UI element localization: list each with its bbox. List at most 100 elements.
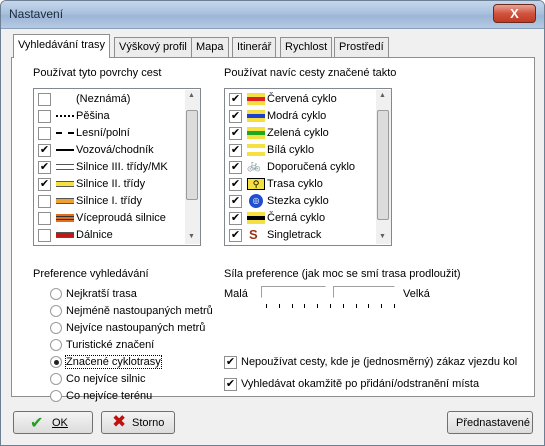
list-item[interactable]: ⚲Trasa cyklo [229,176,379,193]
list-item[interactable]: (Neznámá) [38,91,188,108]
item-checkbox[interactable] [229,127,242,140]
secondary-road-icon [56,181,74,187]
list-item[interactable]: Vozová/chodník [38,142,188,159]
item-label: Víceproudá silnice [76,212,166,224]
primary-road-icon [56,198,74,204]
tab-route-search[interactable]: Vyhledávání trasy [13,34,111,58]
motorway-icon [56,232,74,238]
surfaces-scrollbar[interactable]: ▲ ▼ [185,90,200,244]
search-immediately-label: Vyhledávat okamžitě po přidání/odstraněn… [241,378,480,390]
preference-option[interactable]: Nejkratší trasa [50,287,210,302]
preference-option[interactable]: Nejvíce nastoupaných metrů [50,321,210,336]
marked-list[interactable]: Červená cyklo Modrá cyklo Zelená cyklo Bílá… [224,88,392,246]
list-item[interactable]: Víceproudá silnice [38,210,188,227]
slider-tick [355,304,357,308]
item-checkbox[interactable] [229,195,242,208]
slider-tick [342,304,344,308]
scroll-up-icon[interactable]: ▲ [379,92,386,99]
preference-label: Nejvíce nastoupaných metrů [66,322,206,334]
item-checkbox[interactable] [229,178,242,191]
item-label: Červená cyklo [267,93,337,105]
settings-dialog: Nastavení X Vyhledávání trasy Výškový pr… [0,0,545,446]
list-item[interactable]: Lesní/polní [38,125,188,142]
list-item[interactable]: ◎ Stezka cyklo [229,193,379,210]
cancel-icon: ✖ [112,412,127,431]
preference-radio[interactable] [50,288,62,300]
list-item[interactable]: Zelená cyklo [229,125,379,142]
strength-slider-right[interactable] [333,286,395,298]
item-checkbox[interactable] [229,144,242,157]
search-immediately-checkbox[interactable] [224,378,237,391]
scroll-thumb[interactable] [377,110,389,220]
cancel-button[interactable]: ✖ Storno [101,411,175,434]
item-label: Bílá cyklo [267,144,315,156]
tab-elevation-profile[interactable]: Výškový profil [114,37,192,57]
tab-itinerary[interactable]: Itinerář [232,37,277,57]
item-checkbox[interactable] [38,195,51,208]
list-item[interactable]: 🚲 Doporučená cyklo [229,159,379,176]
list-item[interactable]: Dálnice [38,227,188,244]
list-item[interactable]: Silnice I. třídy [38,193,188,210]
option-no-entry[interactable]: Nepoužívat cesty, kde je (jednosměrný) z… [224,355,524,371]
close-button[interactable]: X [493,4,536,23]
list-item[interactable]: Černá cyklo [229,210,379,227]
list-item[interactable]: S Singletrack [229,227,379,244]
marked-scrollbar[interactable]: ▲ ▼ [376,90,391,244]
tab-speed[interactable]: Rychlost [280,37,333,57]
scroll-up-icon[interactable]: ▲ [188,92,195,99]
title-bar: Nastavení X [1,1,544,29]
preference-label: Značené cyklotrasy [65,355,162,369]
preference-label: Nejméně nastoupaných metrů [66,305,213,317]
item-checkbox[interactable] [229,93,242,106]
item-checkbox[interactable] [38,178,51,191]
surfaces-list[interactable]: (Neznámá) Pěšina Lesní/polní Vozová/chodník… [33,88,201,246]
ok-button[interactable]: ✔ OK [13,411,93,434]
list-item[interactable]: Bílá cyklo [229,142,379,159]
list-item[interactable]: Pěšina [38,108,188,125]
list-item[interactable]: Silnice III. třídy/MK [38,159,188,176]
forest-road-icon [56,132,74,134]
list-item[interactable]: Silnice II. třídy [38,176,188,193]
tab-map[interactable]: Mapa [191,37,229,57]
no-entry-checkbox[interactable] [224,356,237,369]
preference-radio[interactable] [50,373,62,385]
item-checkbox[interactable] [229,110,242,123]
item-checkbox[interactable] [229,212,242,225]
item-label: Doporučená cyklo [267,161,356,173]
item-checkbox[interactable] [38,93,51,106]
preference-option[interactable]: Co nejvíce silnic [50,372,210,387]
preference-option[interactable]: Nejméně nastoupaných metrů [50,304,213,319]
item-checkbox[interactable] [38,127,51,140]
item-checkbox[interactable] [229,161,242,174]
preference-option[interactable]: Značené cyklotrasy [50,355,210,370]
preference-option[interactable]: Co nejvíce terénu [50,389,210,404]
item-checkbox[interactable] [229,229,242,242]
preference-heading: Preference vyhledávání [33,268,149,280]
strength-min-label: Malá [224,288,248,300]
strength-slider-left[interactable] [261,286,326,298]
item-label: (Neznámá) [76,93,131,105]
preference-radio[interactable] [50,339,62,351]
item-label: Dálnice [76,229,113,241]
list-item[interactable]: Červená cyklo [229,91,379,108]
no-entry-label: Nepoužívat cesty, kde je (jednosměrný) z… [241,356,518,368]
option-search-immediately[interactable]: Vyhledávat okamžitě po přidání/odstraněn… [224,377,524,393]
item-checkbox[interactable] [38,212,51,225]
item-checkbox[interactable] [38,161,51,174]
defaults-button[interactable]: Přednastavené [447,411,533,434]
scroll-thumb[interactable] [186,110,198,200]
scroll-down-icon[interactable]: ▼ [188,233,195,240]
item-label: Silnice I. třídy [76,195,143,207]
preference-radio[interactable] [50,322,62,334]
item-checkbox[interactable] [38,229,51,242]
scroll-down-icon[interactable]: ▼ [379,233,386,240]
preference-radio[interactable] [50,305,62,317]
item-checkbox[interactable] [38,110,51,123]
item-checkbox[interactable] [38,144,51,157]
list-item[interactable]: Modrá cyklo [229,108,379,125]
preference-label: Co nejvíce terénu [66,390,153,402]
tab-environment[interactable]: Prostředí [334,37,389,57]
preference-radio[interactable] [50,356,62,368]
preference-option[interactable]: Turistické značení [50,338,210,353]
preference-radio[interactable] [50,390,62,402]
